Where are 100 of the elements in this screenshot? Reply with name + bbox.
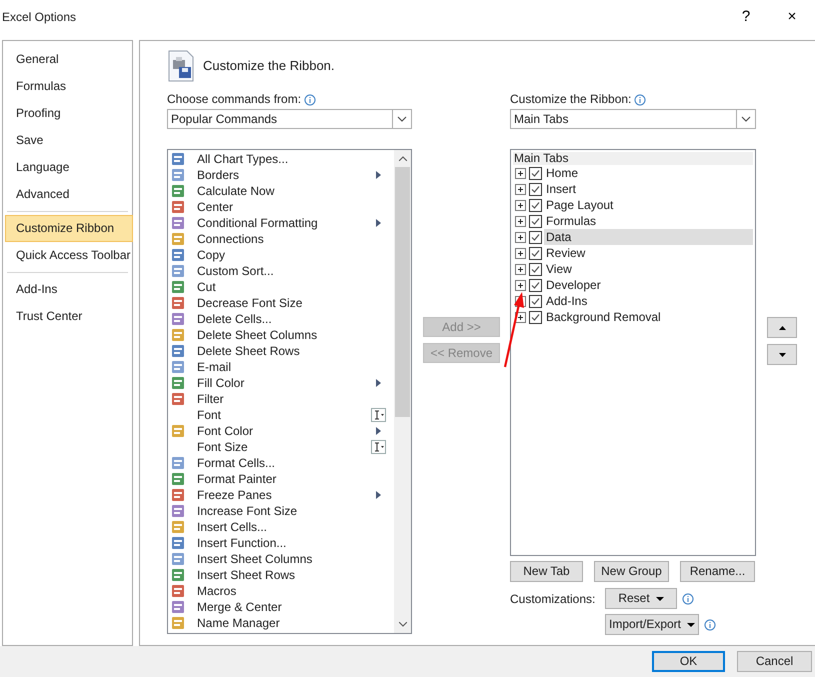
rename-button[interactable]: Rename... [680,561,755,582]
checkbox[interactable] [529,246,542,260]
command-item[interactable]: Delete Sheet Rows [197,342,371,360]
command-item[interactable]: Center [197,198,371,216]
expand-icon [515,280,526,290]
command-item[interactable]: Macros [197,582,371,600]
command-item[interactable]: Format Cells... [197,454,371,472]
sidebar-item[interactable]: Proofing [5,100,133,127]
sidebar-item[interactable]: Save [5,127,133,154]
new-tab-button[interactable]: New Tab [510,561,583,582]
checkbox[interactable] [529,214,542,228]
window-title: Excel Options [2,8,78,26]
tree-item[interactable]: Data [544,229,753,245]
new-group-button[interactable]: New Group [594,561,669,582]
command-item[interactable]: Connections [197,230,371,248]
tree-item[interactable]: Home [544,165,753,181]
caret-down-icon [687,622,696,626]
scrollbar[interactable] [394,150,411,633]
submenu-arrow-icon [376,171,381,179]
command-item[interactable]: Increase Font Size [197,502,371,520]
tree-heading: Main Tabs [513,152,753,165]
tree-item[interactable]: Background Removal [544,309,753,325]
info-icon [634,94,646,106]
expand-icon [515,200,526,210]
command-item[interactable]: Decrease Font Size [197,294,371,312]
checkbox[interactable] [529,230,542,244]
command-item[interactable]: Freeze Panes [197,486,371,504]
caret-down-icon [778,352,786,357]
command-item[interactable]: Insert Cells... [197,518,371,536]
field-label: Customize the Ribbon: [510,92,632,107]
checkbox[interactable] [529,166,542,180]
command-item[interactable]: Borders [197,166,371,184]
command-item[interactable]: All Chart Types... [197,150,371,168]
tree-item[interactable]: Page Layout [544,197,753,213]
move-down-button[interactable] [767,344,797,365]
checkbox[interactable] [529,310,542,324]
sidebar-item[interactable]: Advanced [5,181,133,208]
command-item[interactable]: Font Color [197,422,371,440]
tree-item[interactable]: Add-Ins [544,293,753,309]
tree-item[interactable]: Review [544,245,753,261]
command-item[interactable]: Font Size [197,438,371,456]
expand-icon [515,168,526,178]
command-item[interactable]: Delete Cells... [197,310,371,328]
expand-icon [515,264,526,274]
tree-item[interactable]: Formulas [544,213,753,229]
submenu-arrow-icon [376,379,381,387]
ok-button[interactable]: OK [652,651,725,672]
command-item[interactable]: Format Painter [197,470,371,488]
command-item[interactable]: E-mail [197,358,371,376]
sidebar-item[interactable]: Formulas [5,73,133,100]
info-icon [704,618,716,630]
checkbox[interactable] [529,294,542,308]
chevron-down-icon [397,116,407,122]
move-up-button[interactable] [767,317,797,338]
scroll-up-icon [398,156,406,161]
field-label: Customizations: [510,590,596,608]
command-item[interactable]: Fill Color [197,374,371,392]
command-item[interactable]: Filter [197,390,371,408]
expand-icon [515,184,526,194]
command-item[interactable]: Copy [197,246,371,264]
help-button[interactable]: ? [723,0,769,33]
close-button[interactable]: × [769,0,815,33]
command-item[interactable]: Calculate Now [197,182,371,200]
sidebar-item[interactable]: Customize Ribbon [5,215,133,242]
tree-item[interactable]: Insert [544,181,753,197]
submenu-arrow-icon [376,219,381,227]
commands-dropdown[interactable]: Popular Commands [167,109,412,129]
command-item[interactable]: Insert Function... [197,534,371,552]
field-label: Choose commands from: [167,92,302,107]
tree-item[interactable]: Developer [544,277,753,293]
chevron-down-icon [741,116,751,122]
command-item[interactable]: Merge & Center [197,598,371,616]
sidebar-item[interactable]: Add-Ins [5,276,133,303]
sidebar-item[interactable]: General [5,46,133,73]
sidebar-item[interactable]: Trust Center [5,303,133,330]
checkbox[interactable] [529,278,542,292]
command-item[interactable]: Insert Sheet Columns [197,550,371,568]
submenu-arrow-icon [376,427,381,435]
caret-down-icon [656,596,664,600]
command-item[interactable]: Custom Sort... [197,262,371,280]
checkbox[interactable] [529,182,542,196]
reset-button[interactable]: Reset [605,588,677,609]
command-item[interactable]: Name Manager [197,614,371,632]
page-title: Customize the Ribbon. [203,57,335,76]
import-export-button[interactable]: Import/Export [605,614,699,635]
command-item[interactable]: Cut [197,278,371,296]
text-cursor-icon [372,442,384,452]
cancel-button[interactable]: Cancel [737,651,812,672]
caret-up-icon [778,326,786,330]
sidebar-item[interactable]: Language [5,154,133,181]
command-item[interactable]: Insert Sheet Rows [197,566,371,584]
tree-item[interactable]: View [544,261,753,277]
command-item[interactable]: Delete Sheet Columns [197,326,371,344]
command-item[interactable]: Conditional Formatting [197,214,371,232]
command-item[interactable]: Font [197,406,371,424]
checkbox[interactable] [529,262,542,276]
checkbox[interactable] [529,198,542,212]
expand-icon [515,248,526,258]
sidebar-item[interactable]: Quick Access Toolbar [5,242,133,269]
ribbon-dropdown[interactable]: Main Tabs [510,109,756,129]
